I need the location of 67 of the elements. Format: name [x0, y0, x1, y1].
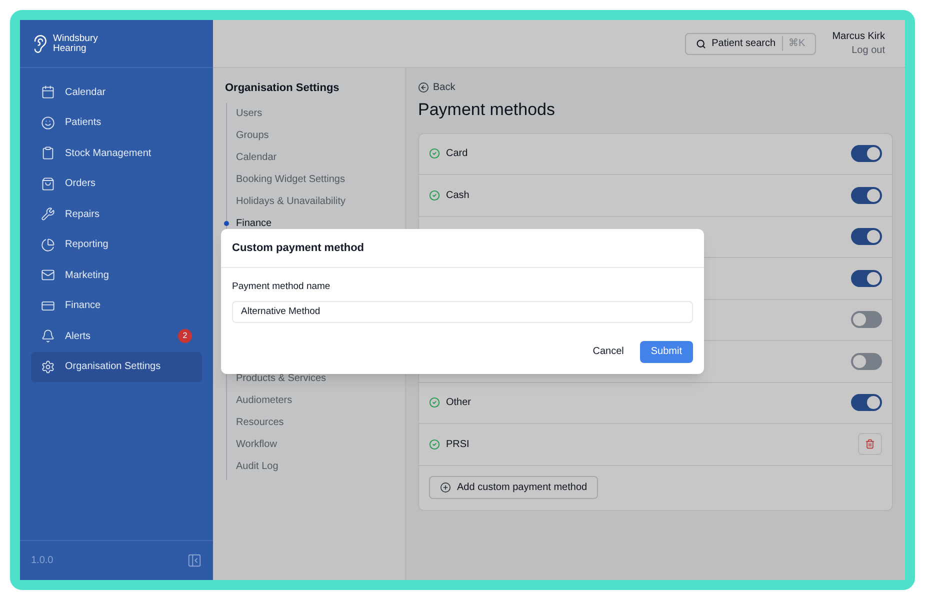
settings-nav-item[interactable]: Holidays & Unavailability	[227, 194, 346, 209]
sidebar-nav-item[interactable]: Patients	[31, 108, 202, 138]
toggle-switch[interactable]	[851, 394, 882, 412]
sidebar-nav-item[interactable]: Orders	[31, 168, 202, 198]
toggle-switch[interactable]	[851, 270, 882, 287]
sidebar-nav-item[interactable]: Organisation Settings	[31, 352, 202, 382]
dialog-title: Custom payment method	[232, 240, 364, 256]
toggle-switch[interactable]	[851, 352, 882, 370]
settings-nav-item[interactable]: Booking Widget Settings	[227, 172, 345, 187]
user-name: Marcus Kirk	[832, 30, 885, 44]
toggle-switch[interactable]	[851, 186, 882, 204]
check-circle-icon	[429, 438, 440, 450]
sidebar-nav-item[interactable]: Calendar	[31, 77, 202, 107]
patient-search-button[interactable]: Patient search ⌘K	[684, 32, 816, 54]
brand-name: Hearing	[53, 44, 86, 54]
settings-nav-item[interactable]: Users	[227, 106, 262, 121]
sidebar-nav-item[interactable]: Reporting	[31, 230, 202, 260]
toggle-switch[interactable]	[851, 228, 882, 246]
sidebar-nav-item[interactable]: Stock Management	[31, 138, 202, 168]
payment-method-name: Cash	[446, 188, 470, 203]
settings-nav-item[interactable]: Products & Services	[227, 371, 326, 386]
bag-icon	[41, 176, 55, 190]
delete-button[interactable]	[858, 433, 882, 456]
brand-name: Windsbury	[53, 34, 98, 44]
check-circle-icon	[429, 190, 440, 201]
settings-nav-item[interactable]: Calendar	[227, 150, 277, 165]
settings-icon	[41, 360, 55, 374]
payment-method-name: Other	[446, 396, 472, 410]
calendar-icon	[41, 85, 55, 99]
sidebar-nav-item[interactable]: Alerts 2	[31, 321, 202, 351]
card-icon	[41, 298, 55, 312]
payment-method-name-field[interactable]: Alternative Method	[232, 300, 693, 323]
check-circle-icon	[429, 397, 440, 408]
smiley-icon	[41, 116, 55, 130]
settings-nav-item[interactable]: Audit Log	[227, 459, 278, 474]
clipboard-icon	[41, 146, 55, 160]
pie-chart-icon	[41, 238, 55, 252]
check-circle-icon	[429, 148, 440, 160]
version-label: 1.0.0	[31, 554, 54, 568]
payment-method-name: Card	[446, 147, 468, 162]
wrench-icon	[41, 207, 55, 221]
collapse-sidebar-icon[interactable]	[187, 553, 202, 568]
settings-nav-item[interactable]: Finance	[227, 216, 272, 231]
field-label: Payment method name	[232, 280, 332, 294]
add-payment-method-button[interactable]: Add custom payment method	[429, 476, 598, 499]
page-title: Payment methods	[418, 99, 556, 121]
envelope-icon	[41, 268, 55, 282]
settings-nav-item[interactable]: Workflow	[227, 437, 277, 452]
settings-nav-item[interactable]: Groups	[227, 128, 269, 143]
search-icon	[696, 38, 706, 48]
trash-icon	[865, 439, 875, 450]
sidebar-nav-item[interactable]: Repairs	[31, 199, 202, 229]
cancel-button[interactable]: Cancel	[590, 340, 626, 363]
sidebar-nav-item[interactable]: Marketing	[31, 260, 202, 290]
toggle-switch[interactable]	[851, 311, 882, 328]
settings-nav-item[interactable]: Audiometers	[227, 393, 292, 408]
settings-nav-item[interactable]: Resources	[227, 415, 284, 430]
submit-button[interactable]: Submit	[640, 340, 693, 363]
sidebar-nav-item[interactable]: Finance	[31, 290, 202, 320]
count-badge: 2	[178, 329, 192, 343]
bell-icon	[41, 329, 55, 343]
logout-link[interactable]: Log out	[852, 44, 885, 58]
payment-method-name: PRSI	[446, 438, 470, 452]
plus-circle-icon	[440, 482, 451, 493]
back-link[interactable]: Back	[433, 80, 456, 95]
settings-title: Organisation Settings	[225, 81, 340, 96]
toggle-switch[interactable]	[851, 145, 882, 162]
